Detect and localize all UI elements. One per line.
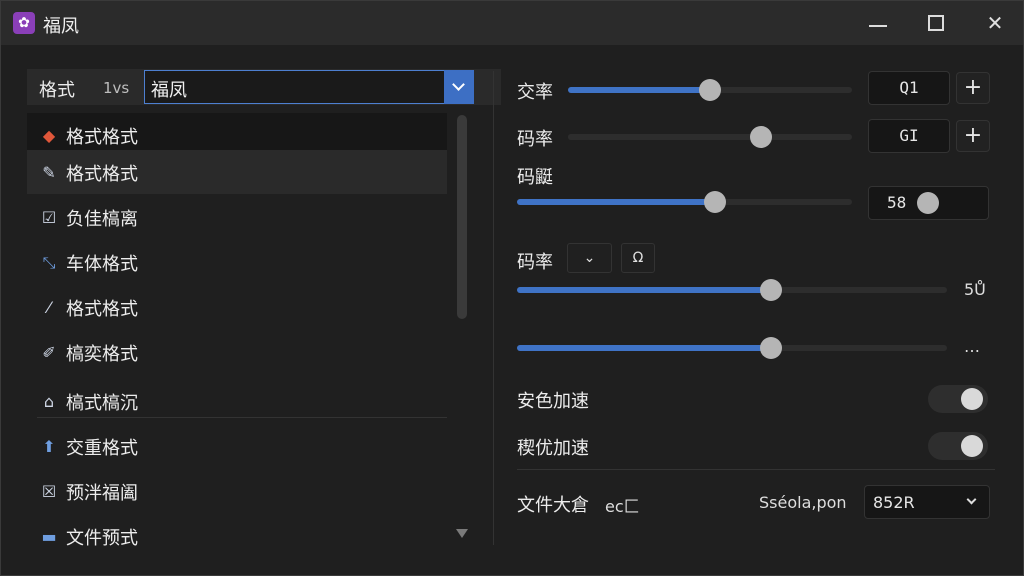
row5-more[interactable]: …: [964, 337, 980, 356]
upload-icon: ⬆: [42, 437, 56, 456]
list-item[interactable]: ⌂ 槁式槁沉: [27, 379, 447, 423]
minimize-icon: [869, 25, 887, 27]
list-scrollbar[interactable]: [455, 115, 469, 545]
slider-knob[interactable]: [759, 279, 782, 301]
row4-option-b[interactable]: Ω: [621, 243, 655, 273]
scroll-down-icon[interactable]: [456, 529, 468, 538]
close-button[interactable]: ✕: [980, 9, 1010, 37]
resize-icon: ⤡: [42, 253, 56, 272]
scrollbar-thumb[interactable]: [457, 115, 467, 319]
chevron-down-icon: [966, 494, 977, 505]
row3-knob-indicator: [917, 192, 939, 214]
list-item-label: 槁奕格式: [66, 344, 138, 365]
list-item-label: 交重格式: [66, 438, 138, 459]
chevron-down-icon: [452, 78, 465, 91]
maximize-button[interactable]: [921, 9, 951, 37]
list-item-label: 文件预式: [66, 528, 138, 549]
minimize-button[interactable]: [863, 9, 893, 37]
row1-plus-button[interactable]: +: [956, 72, 990, 104]
row1-label: 交率: [517, 82, 553, 103]
house-icon: ⌂: [43, 392, 55, 411]
slider-knob[interactable]: [699, 79, 721, 101]
list-item[interactable]: ▬ 文件预式: [27, 514, 447, 558]
plus-icon: +: [963, 75, 983, 100]
file-text: Sséola,pon: [759, 493, 847, 512]
row3-value[interactable]: 58: [868, 186, 989, 220]
list-item-label: 预泮福阖: [66, 483, 138, 504]
pen-icon: ✐: [42, 343, 56, 362]
format-version: 1vs: [103, 79, 130, 97]
list-item[interactable]: ✎ 格式格式: [27, 150, 447, 194]
slider-knob[interactable]: [703, 191, 726, 213]
format-dropdown-button[interactable]: [444, 70, 474, 104]
row3-label: 码鼮: [517, 167, 553, 188]
row1-value[interactable]: Q1: [868, 71, 950, 105]
edit-icon: ✎: [42, 163, 56, 182]
slider-fill: [568, 87, 710, 93]
file-ext: ec匚: [605, 497, 640, 516]
row2-slider[interactable]: [568, 126, 852, 148]
app-logo-icon: ✿: [13, 12, 35, 34]
close-icon: ✕: [986, 11, 1004, 35]
toggle1-label: 安色加速: [517, 391, 589, 412]
hexagon-icon: ◆: [42, 126, 56, 145]
file-select[interactable]: 852R: [864, 485, 990, 519]
toggle2-switch[interactable]: [928, 432, 988, 460]
panel-divider: [493, 71, 494, 545]
list-item-label: 负佳槁离: [66, 209, 138, 230]
file-icon: ▬: [41, 527, 57, 546]
maximize-icon: [928, 15, 944, 31]
file-label: 文件大倉: [517, 495, 589, 516]
slider-knob[interactable]: [750, 126, 773, 148]
list-item[interactable]: ☑ 负佳槁离: [27, 195, 447, 239]
checkbox-icon: ☑: [41, 208, 57, 227]
list-item[interactable]: ⁄ 格式格式: [27, 285, 447, 329]
row5-slider[interactable]: [517, 337, 947, 359]
row2-plus-button[interactable]: +: [956, 120, 990, 152]
row4-value: 5Ů: [964, 280, 986, 299]
format-header: 格式 1vs 福凤: [27, 69, 501, 105]
slider-fill: [517, 345, 771, 351]
list-item-label: 槁式槁沉: [66, 393, 138, 414]
row2-value[interactable]: GI: [868, 119, 950, 153]
row2-label: 码率: [517, 129, 553, 150]
toggle1-switch[interactable]: [928, 385, 988, 413]
app-window: ✿ 福凤 ✕ 格式 1vs 福凤 ◆ 格式格式 ✎ 格式格式 ☑ 负佳槁离 ⤡ …: [0, 0, 1024, 576]
window-title: 福凤: [43, 16, 79, 37]
toggle2-label: 稧优加速: [517, 438, 589, 459]
section-divider: [517, 469, 995, 470]
list-item-label: 车体格式: [66, 254, 138, 275]
plus-icon: +: [963, 123, 983, 148]
toggle-knob: [961, 435, 983, 457]
slider-knob[interactable]: [759, 337, 782, 359]
slider-fill: [568, 134, 762, 140]
slider-fill: [517, 287, 771, 293]
row4-option-a[interactable]: ⌄: [567, 243, 612, 273]
row3-value-text: 58: [887, 193, 907, 212]
slash-icon: ⁄: [47, 298, 51, 317]
format-list: ◆ 格式格式 ✎ 格式格式 ☑ 负佳槁离 ⤡ 车体格式 ⁄ 格式格式 ✐ 槁奕格…: [27, 113, 473, 549]
row4-label: 码率: [517, 252, 553, 273]
toggle-knob: [961, 388, 983, 410]
list-item-label: 格式格式: [66, 164, 138, 185]
file-select-value: 852R: [873, 493, 915, 512]
image-icon: ☒: [41, 482, 57, 501]
title-bar: ✿ 福凤 ✕: [1, 1, 1023, 45]
format-label: 格式: [39, 80, 75, 101]
list-item-label: 格式格式: [66, 299, 138, 320]
list-item[interactable]: ⤡ 车体格式: [27, 240, 447, 284]
row4-slider[interactable]: [517, 279, 947, 301]
slider-fill: [517, 199, 715, 205]
list-item[interactable]: ⬆ 交重格式: [27, 424, 447, 468]
row3-slider[interactable]: [517, 191, 852, 213]
format-panel: 格式 1vs 福凤 ◆ 格式格式 ✎ 格式格式 ☑ 负佳槁离 ⤡ 车体格式 ⁄ …: [27, 69, 501, 549]
list-item[interactable]: ✐ 槁奕格式: [27, 330, 447, 374]
row1-slider[interactable]: [568, 79, 852, 101]
format-input[interactable]: 福凤: [144, 70, 445, 104]
list-item-label: 格式格式: [66, 127, 138, 148]
list-item[interactable]: ☒ 预泮福阖: [27, 469, 447, 513]
